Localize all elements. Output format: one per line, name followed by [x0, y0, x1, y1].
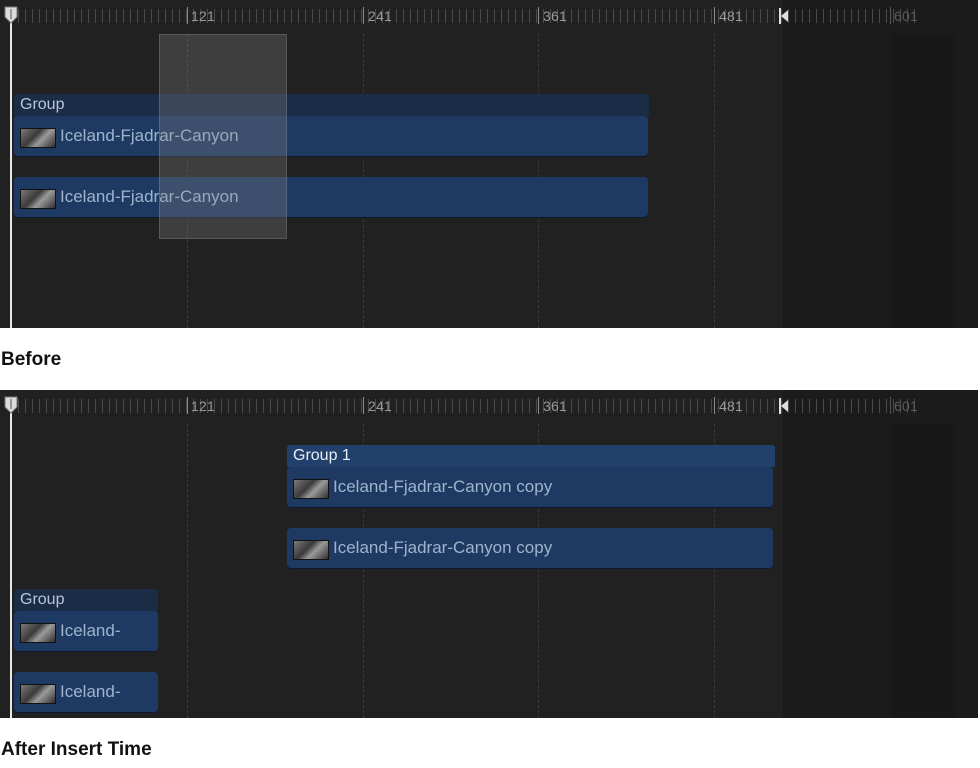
timeline-before: 121 241 361 481 601 Group Iceland-Fjadra…: [0, 0, 978, 328]
play-range-end-icon[interactable]: [779, 8, 789, 24]
out-of-range-region: [783, 390, 978, 718]
ruler-major-tick: [538, 397, 539, 414]
playhead[interactable]: [10, 402, 12, 718]
ruler-label: 361: [543, 8, 567, 24]
ruler-major-tick: [714, 7, 715, 24]
group-track-header[interactable]: Group 1: [287, 445, 775, 467]
ruler-major-tick: [538, 7, 539, 24]
clip-name: Iceland-Fjadrar-Canyon copy: [333, 477, 553, 496]
timeline-ruler[interactable]: 121 241 361 481 601: [0, 390, 978, 423]
after-caption: After Insert Time: [1, 739, 152, 760]
clip-name: Iceland-: [60, 682, 121, 701]
group-track-header[interactable]: Group: [14, 94, 649, 116]
clip-name: Iceland-: [60, 621, 121, 640]
ruler-label: 121: [191, 8, 215, 24]
clip-thumbnail-icon: [293, 540, 329, 560]
ruler-label: 361: [543, 398, 567, 414]
clip-thumbnail-icon: [20, 623, 56, 643]
group-track-header[interactable]: Group: [14, 589, 158, 611]
playhead-handle-icon[interactable]: [4, 6, 18, 24]
ruler-major-tick: [363, 397, 364, 414]
clip-bar[interactable]: Iceland-Fjadrar-Canyon copy: [287, 528, 773, 568]
timeline-after: 121 241 361 481 601 Group 1 Iceland-Fjad…: [0, 390, 978, 718]
clip-bar[interactable]: Iceland-Fjadrar-Canyon: [14, 116, 648, 156]
grid-line: [187, 424, 188, 718]
clip-thumbnail-icon: [20, 684, 56, 704]
playhead-handle-icon[interactable]: [4, 396, 18, 414]
ruler-label: 121: [191, 398, 215, 414]
clip-bar[interactable]: Iceland-Fjadrar-Canyon copy: [287, 467, 773, 507]
clip-name: Iceland-Fjadrar-Canyon copy: [333, 538, 553, 557]
before-caption: Before: [1, 349, 62, 370]
ruler-major-tick: [187, 397, 188, 414]
out-of-range-region: [783, 0, 978, 328]
ruler-label: 241: [368, 8, 392, 24]
ruler-label: 481: [719, 8, 743, 24]
ruler-major-tick: [890, 7, 891, 24]
ruler-label: 601: [894, 8, 918, 24]
timeline-ruler[interactable]: 121 241 361 481 601: [0, 0, 978, 33]
clip-thumbnail-icon: [20, 128, 56, 148]
clip-thumbnail-icon: [20, 189, 56, 209]
ruler-major-tick: [714, 397, 715, 414]
play-range-end-icon[interactable]: [779, 398, 789, 414]
clip-bar[interactable]: Iceland-: [14, 611, 158, 651]
ruler-major-tick: [187, 7, 188, 24]
ruler-major-tick: [890, 397, 891, 414]
clip-bar[interactable]: Iceland-: [14, 672, 158, 712]
ruler-label: 481: [719, 398, 743, 414]
group-name: Group: [20, 96, 65, 113]
clip-thumbnail-icon: [293, 479, 329, 499]
group-name: Group: [20, 591, 65, 608]
ruler-major-tick: [363, 7, 364, 24]
clip-bar[interactable]: Iceland-Fjadrar-Canyon: [14, 177, 648, 217]
grid-line: [714, 34, 715, 328]
ruler-label: 241: [368, 398, 392, 414]
group-name: Group 1: [293, 447, 351, 464]
ruler-label: 601: [894, 398, 918, 414]
playhead[interactable]: [10, 12, 12, 328]
time-range-selection[interactable]: [159, 34, 287, 239]
